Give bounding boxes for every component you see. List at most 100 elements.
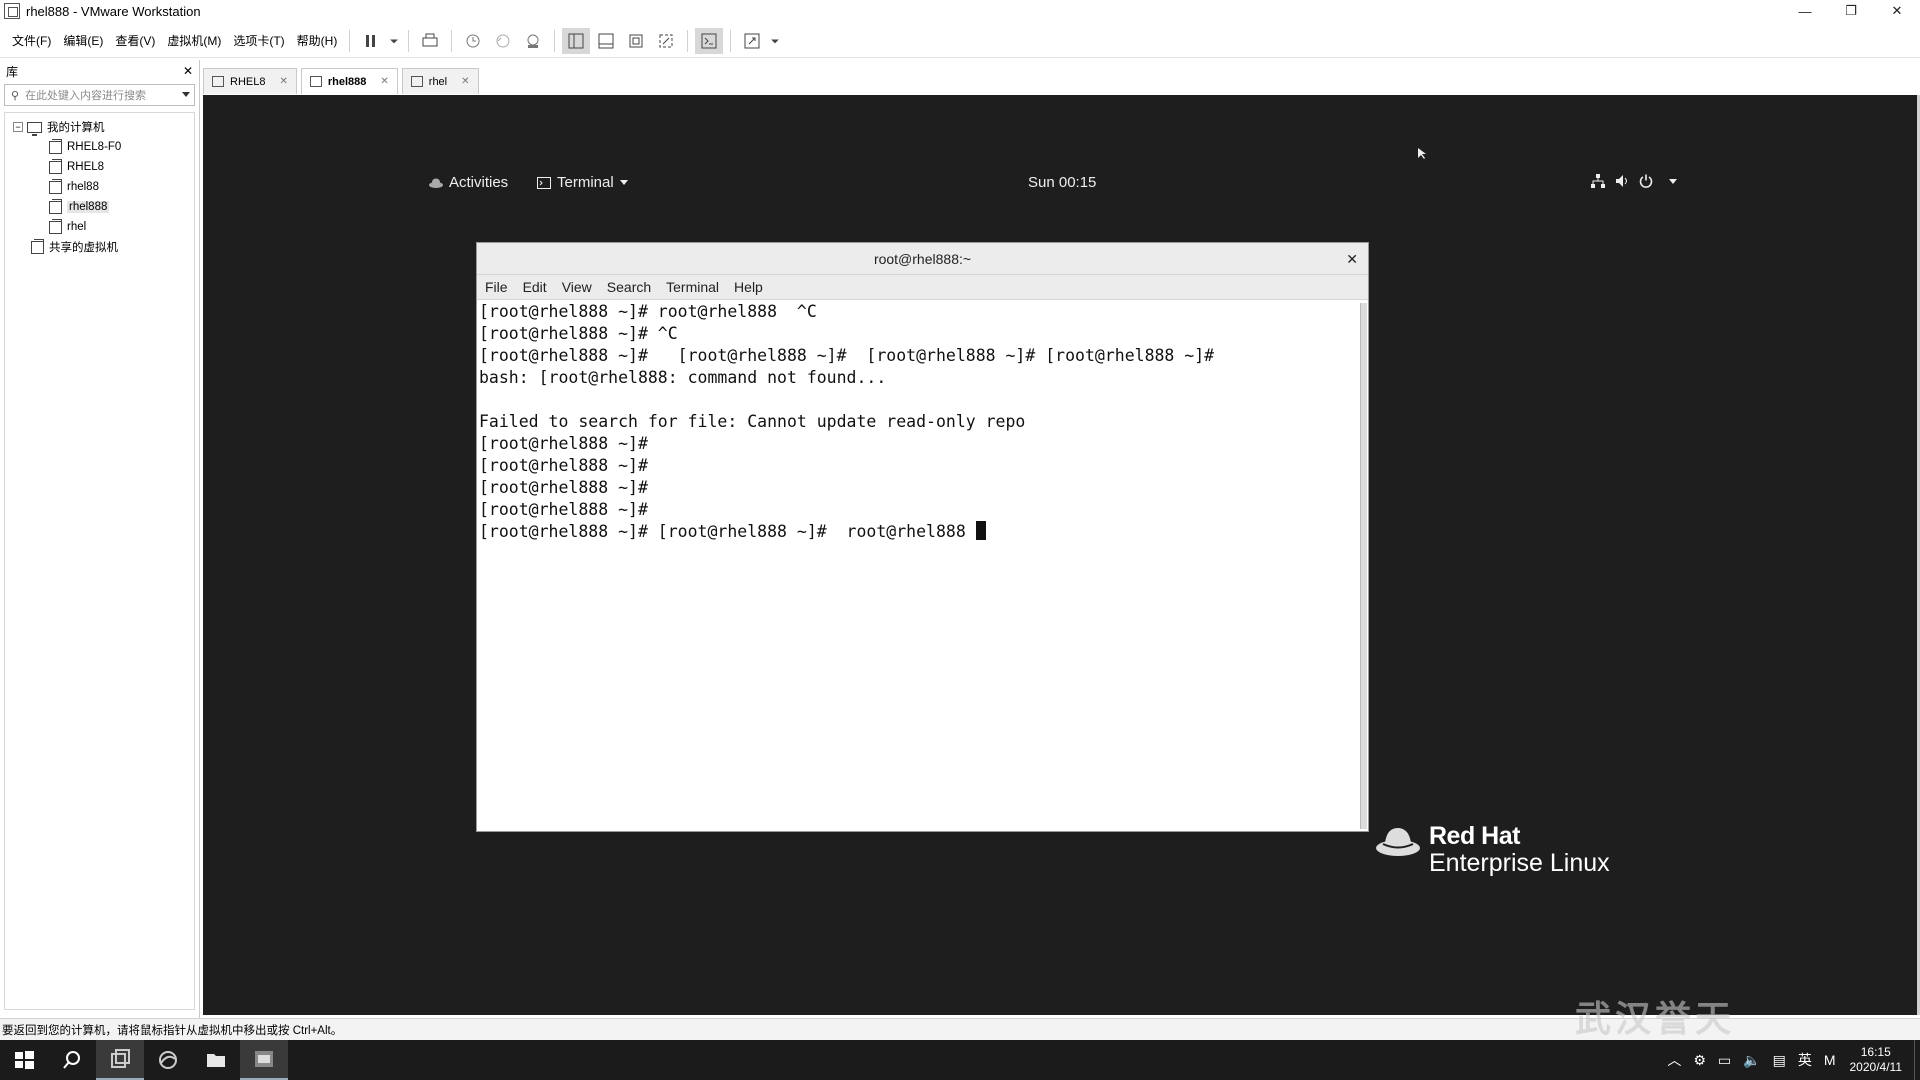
terminal-prompt-line: [root@rhel888 ~]# [root@rhel888 ~]# root… <box>479 521 1358 543</box>
tree-item-my-computer[interactable]: − 我的计算机 <box>5 117 194 137</box>
tab-rhel[interactable]: rhel ✕ <box>401 68 479 94</box>
vm-display[interactable]: Activities Terminal Sun 00:15 root@rhel8… <box>203 95 1917 1015</box>
library-tree: − 我的计算机 RHEL8-F0 RHEL8 rhel88 rhel888 rh… <box>4 112 195 1010</box>
tree-item-vm[interactable]: rhel <box>5 217 194 237</box>
taskbar-app[interactable] <box>240 1040 288 1080</box>
search-icon <box>63 1051 80 1069</box>
system-menu[interactable] <box>1591 174 1677 188</box>
terminal-icon <box>701 33 717 48</box>
terminal-line: [root@rhel888 ~]# <box>479 456 648 475</box>
redhat-hat-icon <box>1376 827 1420 856</box>
library-search-placeholder: 在此处键入内容进行搜索 <box>25 90 147 102</box>
taskbar-browser[interactable] <box>144 1040 192 1080</box>
snapshot-manager-button[interactable] <box>519 28 547 54</box>
taskbar-clock[interactable]: 16:15 2020/4/11 <box>1850 1045 1903 1075</box>
notification-icon[interactable]: ▤ <box>1773 1052 1786 1069</box>
taskbar-file-explorer[interactable] <box>192 1040 240 1080</box>
terminal-window[interactable]: root@rhel888:~ ✕ File Edit View Search T… <box>476 242 1369 832</box>
thumbnail-bar-button[interactable] <box>592 28 620 54</box>
vm-icon <box>49 178 62 194</box>
tree-item-vm[interactable]: rhel88 <box>5 177 194 197</box>
start-button[interactable] <box>0 1040 48 1080</box>
menu-file[interactable]: 文件(F) <box>6 32 57 49</box>
unity-icon <box>659 34 673 47</box>
tree-item-vm-selected[interactable]: rhel888 <box>5 197 194 217</box>
stretch-guest-button[interactable] <box>738 28 766 54</box>
revert-snapshot-button[interactable] <box>489 28 517 54</box>
terminal-line: [root@rhel888 ~]# root@rhel888 ^C <box>479 302 817 321</box>
tab-rhel888[interactable]: rhel888 ✕ <box>300 68 398 94</box>
menu-vm[interactable]: 虚拟机(M) <box>161 32 227 49</box>
settings-icon[interactable]: ⚙ <box>1693 1052 1706 1069</box>
menu-help[interactable]: 帮助(H) <box>291 32 344 49</box>
terminal-menu-view[interactable]: View <box>562 279 592 295</box>
search-button[interactable] <box>48 1040 96 1080</box>
vm-icon <box>49 138 62 154</box>
volume-icon <box>1616 175 1627 187</box>
menu-edit[interactable]: 编辑(E) <box>57 32 109 49</box>
redhat-product: Enterprise Linux <box>1429 849 1610 877</box>
terminal-menu-file[interactable]: File <box>485 279 508 295</box>
close-window-button[interactable]: ✕ <box>1874 0 1920 22</box>
pause-dropdown[interactable] <box>387 28 401 54</box>
close-library-icon[interactable]: ✕ <box>183 64 193 78</box>
ime-mode-indicator[interactable]: M <box>1824 1052 1836 1068</box>
pause-button[interactable] <box>357 28 385 54</box>
terminal-titlebar[interactable]: root@rhel888:~ ✕ <box>477 243 1368 275</box>
menu-tabs[interactable]: 选项卡(T) <box>227 32 290 49</box>
redhat-brand: Red Hat <box>1429 822 1520 850</box>
chevron-down-icon[interactable] <box>182 92 190 97</box>
console-view-button[interactable] <box>695 27 724 54</box>
close-icon[interactable]: ✕ <box>1346 251 1358 268</box>
send-ctrl-alt-del-button[interactable] <box>416 28 444 54</box>
terminal-menubar: File Edit View Search Terminal Help <box>477 275 1368 300</box>
show-library-button[interactable] <box>562 27 591 54</box>
terminal-output[interactable]: [root@rhel888 ~]# root@rhel888 ^C [root@r… <box>477 301 1358 831</box>
vm-tabbar: RHEL8 ✕ rhel888 ✕ rhel ✕ <box>203 66 483 94</box>
status-text: 要返回到您的计算机，请将鼠标指针从虚拟机中移出或按 Ctrl+Alt。 <box>2 1024 343 1037</box>
tree-item-shared-vms[interactable]: 共享的虚拟机 <box>5 237 194 257</box>
show-desktop-button[interactable] <box>1914 1040 1920 1080</box>
revert-icon <box>496 34 510 47</box>
terminal-menu-search[interactable]: Search <box>607 279 651 295</box>
network-icon[interactable]: ▭ <box>1718 1052 1731 1069</box>
chevron-up-icon[interactable]: ︿ <box>1667 1050 1681 1070</box>
menu-view[interactable]: 查看(V) <box>109 32 161 49</box>
taskbar-vmware[interactable] <box>96 1040 144 1080</box>
library-search-input[interactable]: ⚲ 在此处键入内容进行搜索 <box>4 84 195 106</box>
close-tab-icon[interactable]: ✕ <box>380 76 388 87</box>
system-tray: ︿ ⚙ ▭ 🔈 ▤ 英 M 16:15 2020/4/11 <box>1661 1040 1920 1080</box>
tree-item-vm[interactable]: RHEL8 <box>5 157 194 177</box>
keyboard-icon <box>422 33 438 46</box>
app-menu-terminal[interactable]: Terminal <box>537 174 628 191</box>
window-title: rhel888 - VMware Workstation <box>26 3 201 19</box>
terminal-line: [root@rhel888 ~]# [root@rhel888 ~]# root… <box>479 522 976 541</box>
vm-icon <box>49 218 62 234</box>
minimize-button[interactable]: — <box>1782 0 1828 22</box>
ime-indicator[interactable]: 英 <box>1798 1050 1812 1070</box>
terminal-menu-terminal[interactable]: Terminal <box>666 279 719 295</box>
fullscreen-button[interactable] <box>622 28 650 54</box>
close-tab-icon[interactable]: ✕ <box>279 76 287 87</box>
activities-label: Activities <box>449 174 509 191</box>
terminal-line: [root@rhel888 ~]# <box>479 434 648 453</box>
unity-button[interactable] <box>652 28 680 54</box>
terminal-menu-help[interactable]: Help <box>734 279 763 295</box>
tree-item-vm[interactable]: RHEL8-F0 <box>5 137 194 157</box>
restore-button[interactable]: ❐ <box>1828 0 1874 22</box>
gnome-clock[interactable]: Sun 00:15 <box>1028 174 1096 191</box>
activities-button[interactable]: Activities <box>429 174 508 191</box>
tab-rhel8[interactable]: RHEL8 ✕ <box>203 68 297 94</box>
vmware-app-icon <box>4 3 20 19</box>
snapshot-button[interactable] <box>459 28 487 54</box>
stretch-dropdown[interactable] <box>768 28 782 54</box>
close-tab-icon[interactable]: ✕ <box>461 76 469 87</box>
terminal-scrollbar[interactable] <box>1360 303 1367 829</box>
window-titlebar: rhel888 - VMware Workstation — ❐ ✕ <box>0 0 1920 22</box>
terminal-icon <box>537 176 551 189</box>
collapse-icon[interactable]: − <box>13 122 23 132</box>
tree-item-label: rhel888 <box>67 201 110 213</box>
volume-icon[interactable]: 🔈 <box>1743 1052 1760 1069</box>
app-icon <box>255 1051 273 1067</box>
terminal-menu-edit[interactable]: Edit <box>523 279 547 295</box>
